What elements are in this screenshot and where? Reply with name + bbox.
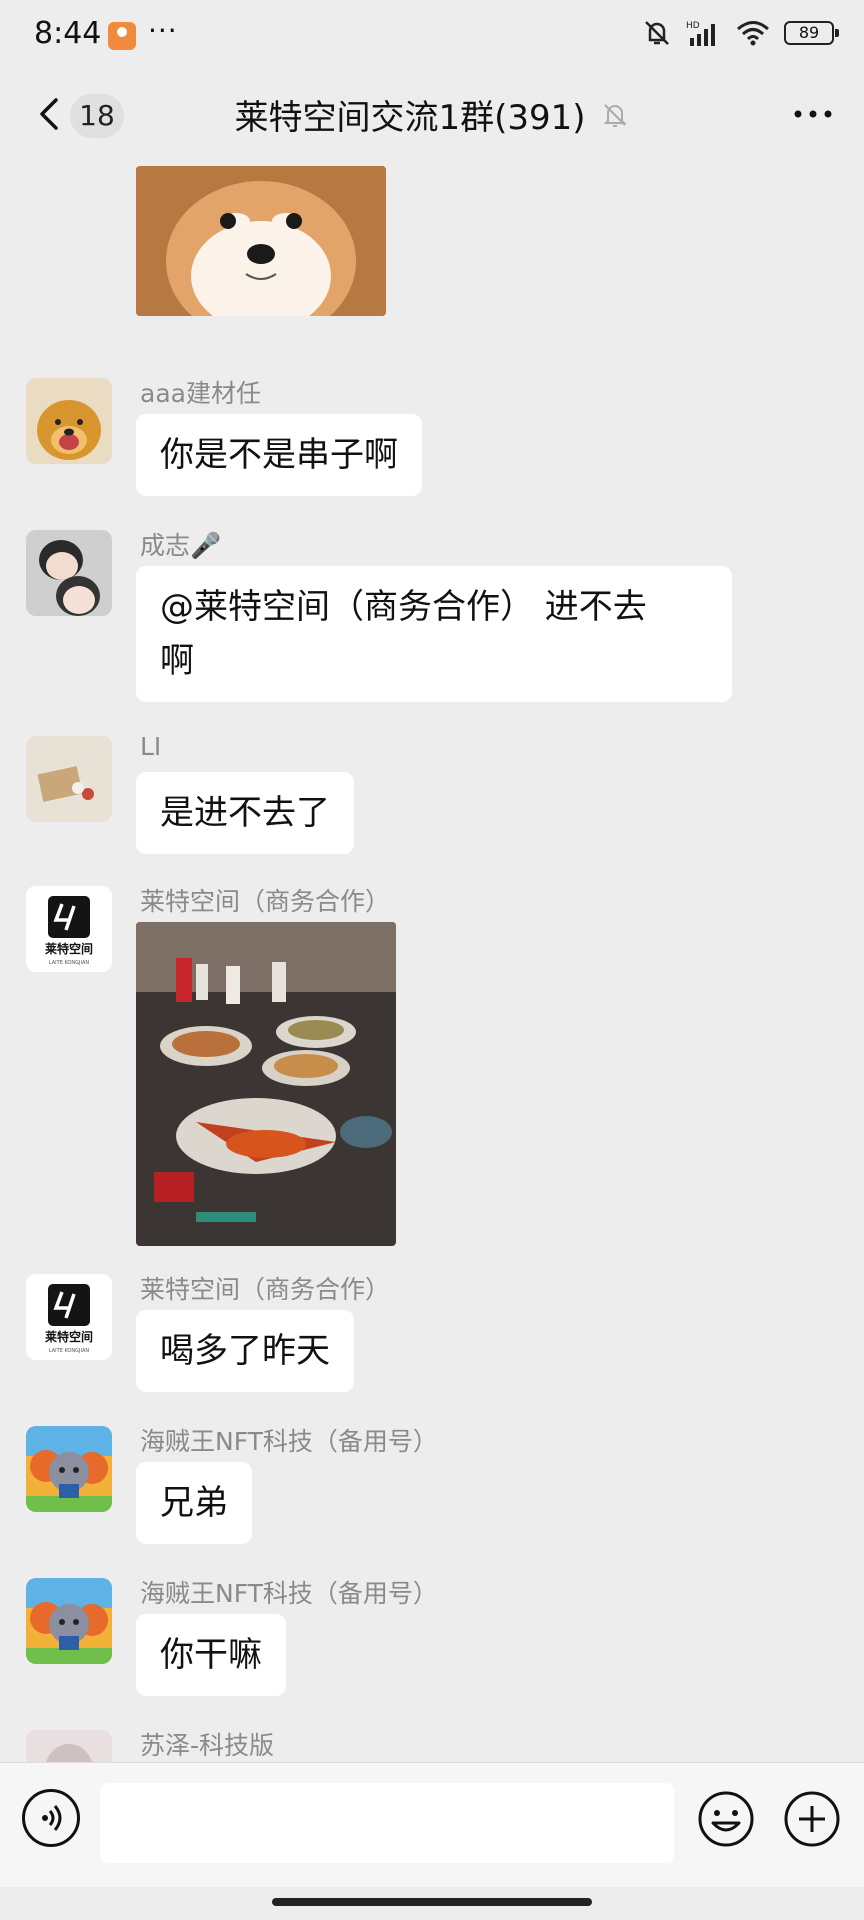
avatar[interactable]	[26, 1730, 112, 1762]
message-text-line: 啊	[160, 641, 194, 681]
message-bubble[interactable]: 是进不去了	[136, 772, 354, 854]
more-dots-icon[interactable]	[788, 94, 838, 134]
chat-header: 18 莱特空间交流1群(391)	[0, 72, 864, 158]
status-icons: HD 89	[642, 18, 839, 48]
logo-brand-en: LAITE KONGJIAN	[49, 960, 90, 966]
message-text: 是进不去了	[160, 793, 330, 833]
sender-name: 莱特空间（商务合作）	[140, 887, 391, 916]
status-more-icon: ···	[148, 14, 178, 47]
sender-name: 成志🎤	[140, 531, 222, 560]
sender-name: 海贼王NFT科技（备用号）	[140, 1579, 438, 1608]
plus-icon[interactable]	[782, 1789, 842, 1849]
shiba-dog-photo[interactable]	[136, 166, 386, 316]
sender-name: 海贼王NFT科技（备用号）	[140, 1427, 438, 1456]
voice-icon[interactable]	[22, 1789, 80, 1847]
logo-brand-en: LAITE KONGJIAN	[49, 1348, 90, 1354]
laite-logo-icon: 莱特空间 LAITE KONGJIAN	[26, 886, 112, 972]
message-text: 兄弟	[160, 1483, 228, 1523]
chat-title-wrap: 莱特空间交流1群(391)	[0, 90, 864, 139]
avatar[interactable]	[26, 1426, 112, 1512]
sender-name: 苏泽-科技版	[140, 1731, 275, 1760]
avatar[interactable]	[26, 736, 112, 822]
laite-logo-icon: 莱特空间 LAITE KONGJIAN	[26, 1274, 112, 1360]
avatar[interactable]	[26, 1578, 112, 1664]
avatar[interactable]: 莱特空间 LAITE KONGJIAN	[26, 886, 112, 972]
message-bubble[interactable]: 兄弟	[136, 1462, 252, 1544]
wifi-icon	[737, 21, 769, 46]
message-bubble[interactable]: 你是不是串子啊	[136, 414, 422, 496]
logo-brand-cn: 莱特空间	[45, 1329, 93, 1344]
avatar[interactable]	[26, 530, 112, 616]
status-bar: 8:44 ··· HD 89	[0, 0, 864, 72]
mute-bell-icon	[603, 103, 626, 127]
input-bar	[0, 1762, 864, 1887]
battery-icon: 89	[784, 21, 839, 45]
emoji-icon[interactable]	[696, 1789, 756, 1849]
home-indicator[interactable]	[272, 1898, 592, 1906]
silent-bell-icon	[645, 21, 669, 45]
message-text: 你是不是串子啊	[160, 435, 398, 475]
chat-title[interactable]: 莱特空间交流1群(391)	[234, 90, 585, 139]
avatar[interactable]: 莱特空间 LAITE KONGJIAN	[26, 1274, 112, 1360]
sender-name: LI	[140, 732, 162, 761]
sender-name: aaa建材任	[140, 379, 261, 408]
sender-name: 莱特空间（商务合作）	[140, 1275, 391, 1304]
dinner-table-photo[interactable]	[136, 922, 396, 1246]
message-bubble[interactable]: 你干嘛	[136, 1614, 286, 1696]
avatar[interactable]	[26, 378, 112, 464]
message-input[interactable]	[100, 1783, 674, 1863]
message-list[interactable]: aaa建材任 你是不是串子啊 成志🎤 @莱特空间（商务合作） 进不去 啊 LI	[0, 158, 864, 1762]
message-bubble[interactable]: 喝多了昨天	[136, 1310, 354, 1392]
hd-signal-icon: HD	[686, 21, 715, 46]
app-badge-icon	[108, 22, 136, 50]
status-time: 8:44	[34, 16, 102, 51]
message-bubble[interactable]: @莱特空间（商务合作） 进不去 啊	[136, 566, 732, 702]
message-text-line: @莱特空间（商务合作） 进不去	[160, 587, 647, 627]
message-text: 你干嘛	[160, 1635, 262, 1675]
message-text: 喝多了昨天	[160, 1331, 330, 1371]
logo-brand-cn: 莱特空间	[45, 941, 93, 956]
svg-text:HD: HD	[686, 21, 700, 31]
